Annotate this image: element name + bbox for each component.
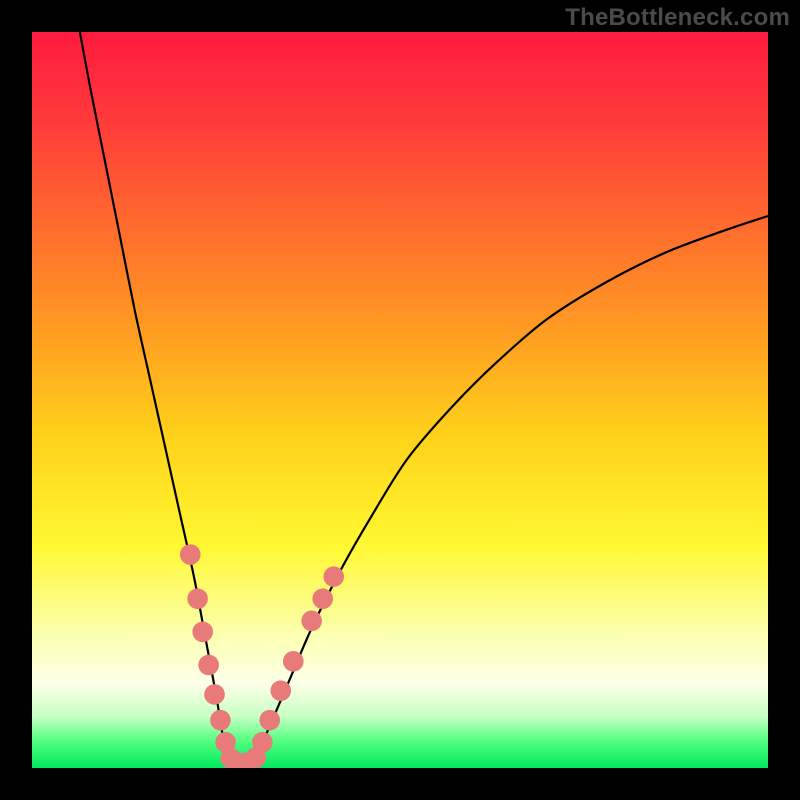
highlight-dot bbox=[270, 680, 291, 701]
chart-svg bbox=[32, 32, 768, 768]
highlight-dot bbox=[198, 655, 219, 676]
gradient-background bbox=[32, 32, 768, 768]
highlight-dot bbox=[204, 684, 225, 705]
highlight-dot bbox=[323, 566, 344, 587]
highlight-dot bbox=[187, 588, 208, 609]
highlight-dot bbox=[301, 610, 322, 631]
highlight-dot bbox=[192, 622, 213, 643]
highlight-dot bbox=[252, 732, 273, 753]
watermark-text: TheBottleneck.com bbox=[565, 4, 790, 32]
highlight-dot bbox=[180, 544, 201, 565]
highlight-dot bbox=[283, 651, 304, 672]
highlight-dot bbox=[210, 710, 231, 731]
plot-area bbox=[32, 32, 768, 768]
chart-frame: TheBottleneck.com bbox=[0, 0, 800, 800]
highlight-dot bbox=[259, 710, 280, 731]
highlight-dot bbox=[312, 588, 333, 609]
